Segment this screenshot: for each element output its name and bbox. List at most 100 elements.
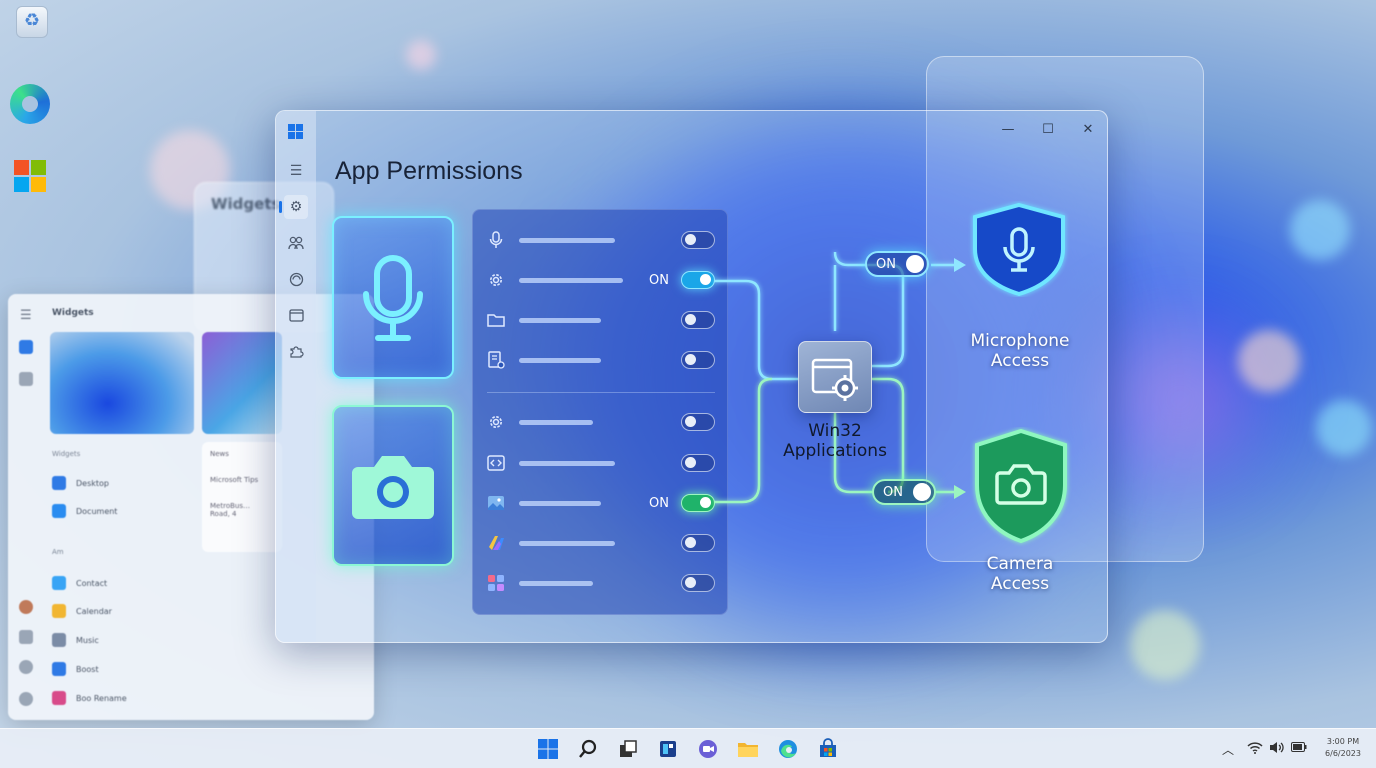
list-divider bbox=[487, 392, 715, 393]
permission-toggle[interactable] bbox=[681, 311, 715, 329]
permission-toggle[interactable] bbox=[681, 271, 715, 289]
permission-row[interactable] bbox=[473, 571, 727, 595]
app-icon bbox=[52, 576, 66, 590]
task-view-icon[interactable] bbox=[616, 737, 640, 761]
microphone-category-card[interactable] bbox=[332, 216, 454, 379]
widgets-rail bbox=[8, 294, 44, 720]
win32-applications-label: Win32 Applications bbox=[783, 421, 887, 461]
permission-toggle[interactable] bbox=[681, 454, 715, 472]
widgets-list-label: Document bbox=[76, 506, 118, 516]
permission-toggle[interactable] bbox=[681, 574, 715, 592]
permission-label-placeholder bbox=[519, 358, 601, 363]
chevron-up-icon[interactable]: ︿ bbox=[1222, 741, 1234, 758]
widgets-list-label: Contact bbox=[76, 578, 108, 588]
widgets-list-item[interactable]: Contact bbox=[52, 574, 107, 592]
page-title: App Permissions bbox=[335, 157, 523, 185]
news-card[interactable]: News Microsoft Tips MetroBus… Road, 4 bbox=[202, 442, 282, 552]
permission-label-placeholder bbox=[519, 461, 615, 466]
permission-toggle[interactable] bbox=[681, 231, 715, 249]
widget-card[interactable] bbox=[50, 332, 194, 434]
permission-row[interactable]: ON bbox=[473, 268, 727, 292]
window-icon[interactable] bbox=[284, 303, 308, 327]
widgets-list-item[interactable]: Boo Rename bbox=[52, 689, 127, 707]
widgets-list-item[interactable]: Boost bbox=[52, 660, 99, 678]
news-sub: Microsoft Tips bbox=[210, 476, 259, 484]
app-permissions-window: ☰ ⚙ — ☐ ✕ App Permissions ON ON Win32 Ap… bbox=[275, 110, 1108, 643]
taskbar: ︿ 3:00 PM 6/6/2023 bbox=[0, 728, 1376, 768]
bokeh-light bbox=[406, 40, 436, 70]
permission-label-placeholder bbox=[519, 278, 623, 283]
power-icon[interactable] bbox=[19, 692, 33, 706]
widgets-list-label: Boo Rename bbox=[76, 693, 127, 703]
widgets-list-label: Music bbox=[76, 635, 99, 645]
permission-row[interactable]: ON bbox=[473, 491, 727, 515]
win32-applications-hub[interactable] bbox=[798, 341, 872, 413]
widgets-icon[interactable] bbox=[656, 737, 680, 761]
privacy-icon[interactable] bbox=[284, 267, 308, 291]
menu-icon[interactable]: ☰ bbox=[284, 159, 308, 183]
permission-row[interactable] bbox=[473, 410, 727, 434]
menu-icon[interactable]: ☰ bbox=[20, 308, 32, 323]
permission-row[interactable] bbox=[473, 348, 727, 372]
widgets-list-item[interactable]: Calendar bbox=[52, 602, 112, 620]
puzzle-icon[interactable] bbox=[284, 339, 308, 363]
microphone-shield-icon bbox=[973, 202, 1065, 297]
file-explorer-icon[interactable] bbox=[736, 737, 760, 761]
toggle-state-label: ON bbox=[649, 496, 669, 511]
document-settings-icon bbox=[488, 351, 505, 369]
app-settings-icon bbox=[811, 358, 858, 401]
permission-row[interactable] bbox=[473, 308, 727, 332]
permission-toggle[interactable] bbox=[681, 351, 715, 369]
widgets-list-item[interactable]: Document bbox=[52, 502, 117, 520]
settings-icon[interactable]: ⚙ bbox=[279, 195, 308, 219]
permission-row[interactable] bbox=[473, 451, 727, 475]
section-label: Widgets bbox=[52, 450, 81, 458]
permission-toggle[interactable] bbox=[681, 494, 715, 512]
avatar[interactable] bbox=[19, 600, 33, 614]
search-icon[interactable] bbox=[576, 737, 600, 761]
edge-icon[interactable] bbox=[10, 84, 50, 124]
start-icon[interactable] bbox=[536, 737, 560, 761]
permission-toggle[interactable] bbox=[681, 534, 715, 552]
permission-label-placeholder bbox=[519, 318, 601, 323]
permission-label-placeholder bbox=[519, 238, 615, 243]
microphone-icon bbox=[363, 255, 423, 341]
maximize-button[interactable]: ☐ bbox=[1036, 121, 1060, 137]
edge-icon[interactable] bbox=[776, 737, 800, 761]
wifi-icon[interactable] bbox=[1247, 741, 1263, 757]
close-button[interactable]: ✕ bbox=[1076, 121, 1100, 137]
widgets-list-label: Calendar bbox=[76, 606, 112, 616]
store-icon[interactable] bbox=[816, 737, 840, 761]
image-icon[interactable] bbox=[19, 630, 33, 644]
microsoft-store-icon[interactable] bbox=[14, 160, 46, 192]
battery-icon[interactable] bbox=[1291, 741, 1307, 755]
permission-label-placeholder bbox=[519, 420, 593, 425]
widget-card[interactable] bbox=[202, 332, 282, 434]
volume-icon[interactable] bbox=[1269, 741, 1285, 757]
permission-list: ON ON bbox=[472, 209, 728, 615]
permission-row[interactable] bbox=[473, 228, 727, 252]
settings-icon[interactable] bbox=[19, 660, 33, 674]
toggle-state-label: ON bbox=[649, 273, 669, 288]
news-item: MetroBus… bbox=[210, 502, 250, 510]
permission-toggle[interactable] bbox=[681, 413, 715, 431]
chat-icon[interactable] bbox=[696, 737, 720, 761]
clock-date: 6/6/2023 bbox=[1325, 749, 1361, 758]
minimize-button[interactable]: — bbox=[996, 121, 1020, 137]
permission-row[interactable] bbox=[473, 531, 727, 555]
recycle-bin-icon[interactable] bbox=[16, 6, 48, 38]
widgets-icon[interactable] bbox=[19, 372, 33, 386]
home-icon[interactable] bbox=[19, 340, 33, 354]
widgets-list-item[interactable]: Music bbox=[52, 631, 99, 649]
microphone-access-toggle[interactable]: ON bbox=[865, 251, 929, 277]
camera-access-toggle[interactable]: ON bbox=[872, 479, 936, 505]
app-icon bbox=[52, 662, 66, 676]
camera-category-card[interactable] bbox=[332, 405, 454, 566]
bokeh-light bbox=[1130, 610, 1200, 680]
camera-access-label: Camera Access bbox=[986, 554, 1054, 594]
news-label: News bbox=[210, 450, 229, 458]
microphone-access-label: Microphone Access bbox=[970, 331, 1070, 371]
clock[interactable]: 3:00 PM 6/6/2023 bbox=[1318, 736, 1368, 760]
people-icon[interactable] bbox=[284, 231, 308, 255]
widgets-list-item[interactable]: Desktop bbox=[52, 474, 109, 492]
